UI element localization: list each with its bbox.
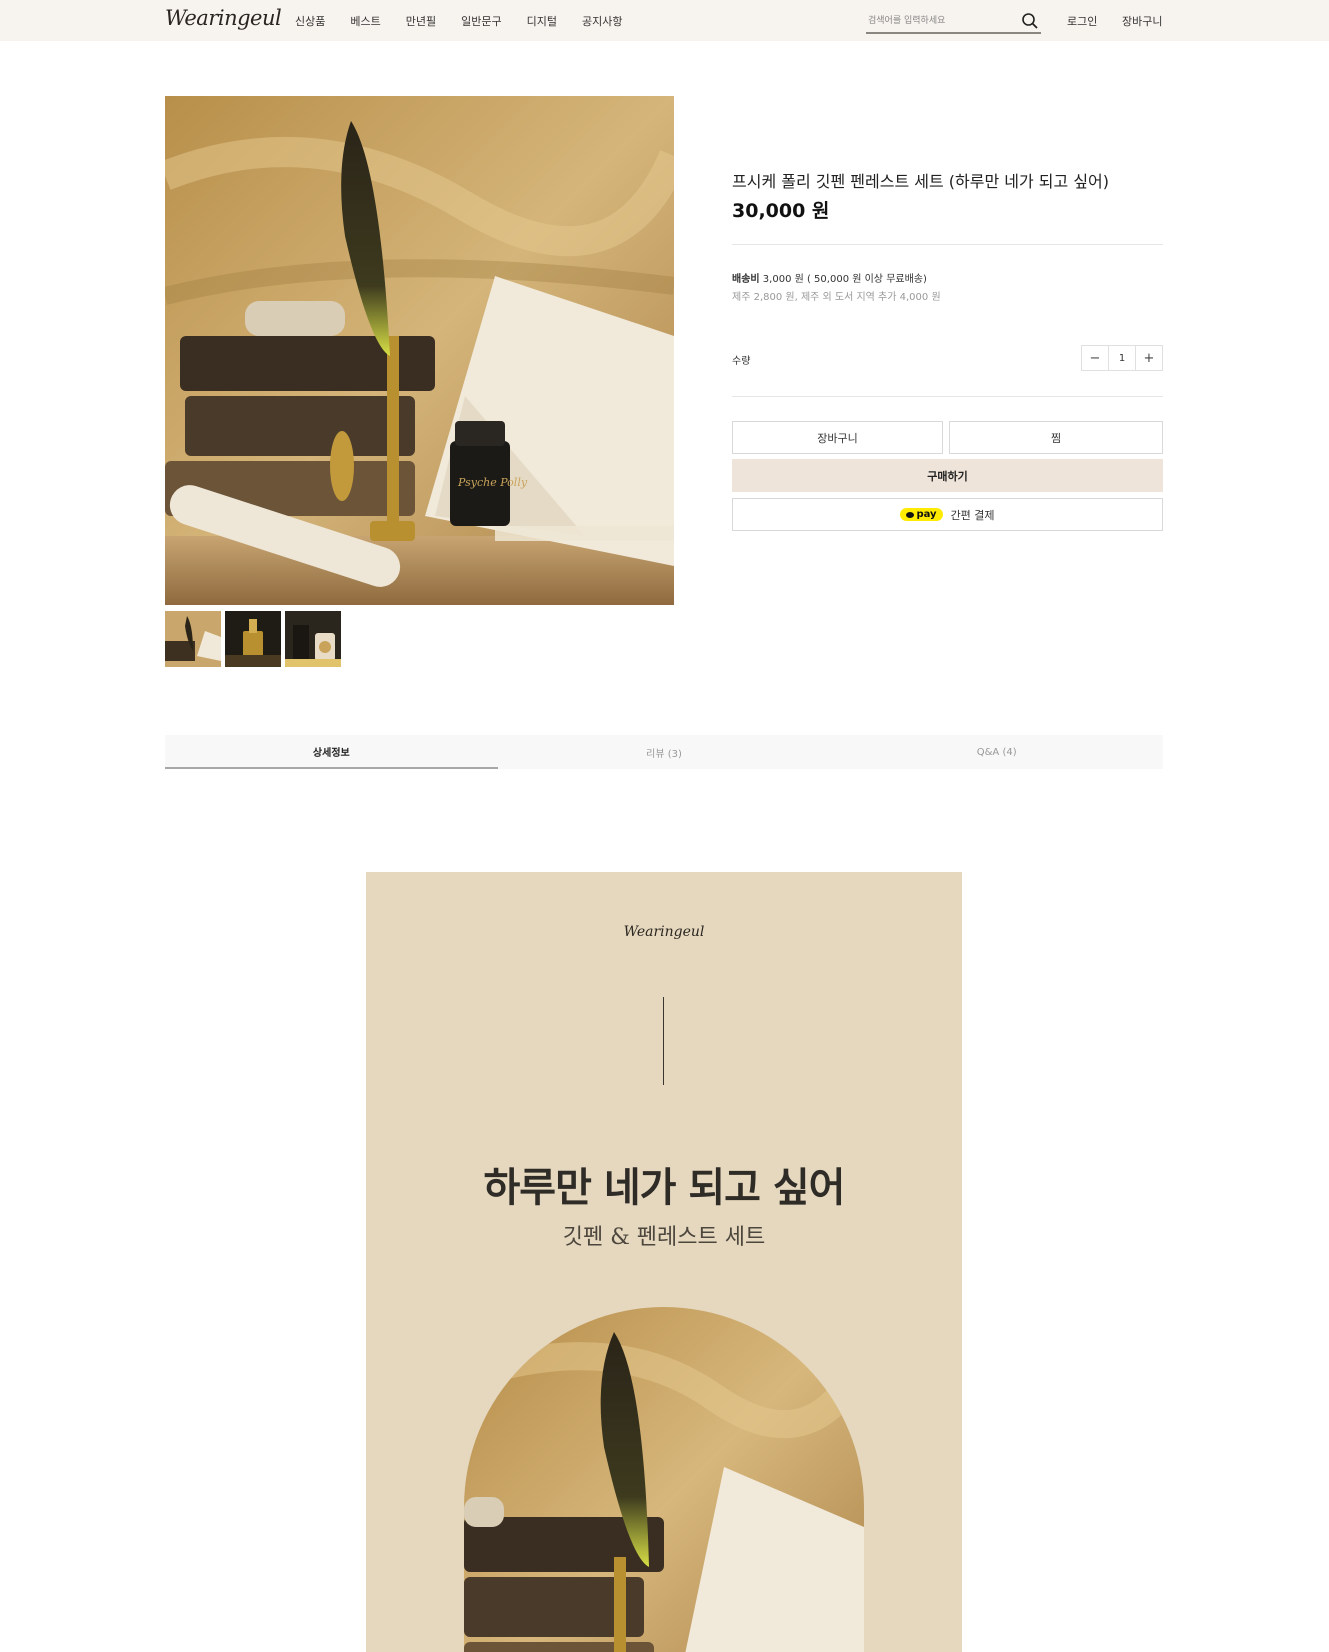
vertical-divider: [663, 997, 664, 1085]
login-link[interactable]: 로그인: [1067, 13, 1097, 29]
cart-link[interactable]: 장바구니: [1122, 13, 1162, 29]
tab-detail-info[interactable]: 상세정보: [165, 735, 498, 769]
quantity-decrease-button[interactable]: −: [1082, 346, 1108, 370]
tab-qna[interactable]: Q&A (4): [830, 735, 1163, 769]
thumbnail-strip: [165, 611, 341, 667]
search-icon[interactable]: [1021, 12, 1039, 30]
product-detail-banner: Wearingeul 하루만 네가 되고 싶어 깃펜 & 펜레스트 세트: [366, 872, 962, 1652]
thumbnail-1[interactable]: [165, 611, 221, 667]
ink-bottle-label: Psyche Polly: [457, 476, 528, 489]
detail-headline: 하루만 네가 되고 싶어: [483, 1165, 846, 1211]
quantity-label: 수량: [732, 356, 751, 367]
nav-item-best[interactable]: 베스트: [350, 13, 380, 29]
kakao-pay-button[interactable]: pay 간편 결제: [732, 498, 1163, 531]
detail-logo: Wearingeul: [623, 924, 705, 940]
kakao-pay-icon: pay: [900, 508, 943, 521]
quantity-value[interactable]: 1: [1108, 346, 1136, 370]
divider: [732, 244, 1163, 245]
nav-item-notice[interactable]: 공지사항: [582, 13, 622, 29]
search-box: [866, 9, 1041, 34]
detail-subtitle: 깃펜 & 펜레스트 세트: [562, 1225, 766, 1250]
buy-now-button[interactable]: 구매하기: [732, 459, 1163, 492]
shipping-extra: 제주 2,800 원, 제주 외 도서 지역 추가 4,000 원: [732, 292, 941, 303]
quantity-stepper: − 1 +: [1081, 345, 1163, 371]
detail-tabs: 상세정보 리뷰 (3) Q&A (4): [165, 735, 1163, 769]
thumbnail-2[interactable]: [225, 611, 281, 667]
thumbnail-3[interactable]: [285, 611, 341, 667]
nav-item-new[interactable]: 신상품: [295, 13, 325, 29]
nav-item-digital[interactable]: 디지털: [527, 13, 557, 29]
shipping-fee: 배송비 3,000 원 ( 50,000 원 이상 무료배송): [732, 270, 927, 285]
arched-product-photo: [464, 1307, 864, 1652]
site-logo[interactable]: Wearingeul: [165, 6, 282, 30]
product-price: 30,000 원: [732, 200, 830, 222]
quill-pen-set-photo: Psyche Polly: [165, 96, 674, 605]
wishlist-button[interactable]: 찜: [949, 421, 1163, 454]
kakao-pay-label: 간편 결제: [950, 508, 995, 522]
product-main-image[interactable]: Psyche Polly: [165, 96, 674, 605]
tab-reviews[interactable]: 리뷰 (3): [498, 735, 831, 769]
quantity-increase-button[interactable]: +: [1136, 346, 1162, 370]
shipping-label: 배송비: [732, 274, 760, 285]
add-to-cart-button[interactable]: 장바구니: [732, 421, 943, 454]
nav-item-stationery[interactable]: 일반문구: [461, 13, 501, 29]
search-input[interactable]: [868, 13, 1013, 29]
divider: [732, 396, 1163, 397]
product-title: 프시케 폴리 깃펜 펜레스트 세트 (하루만 네가 되고 싶어): [732, 172, 1110, 191]
main-nav: 신상품 베스트 만년필 일반문구 디지털 공지사항: [295, 13, 647, 29]
site-header: Wearingeul 신상품 베스트 만년필 일반문구 디지털 공지사항 로그인…: [0, 0, 1329, 41]
nav-item-fountain-pen[interactable]: 만년필: [406, 13, 436, 29]
shipping-value: 3,000 원 ( 50,000 원 이상 무료배송): [762, 274, 927, 285]
